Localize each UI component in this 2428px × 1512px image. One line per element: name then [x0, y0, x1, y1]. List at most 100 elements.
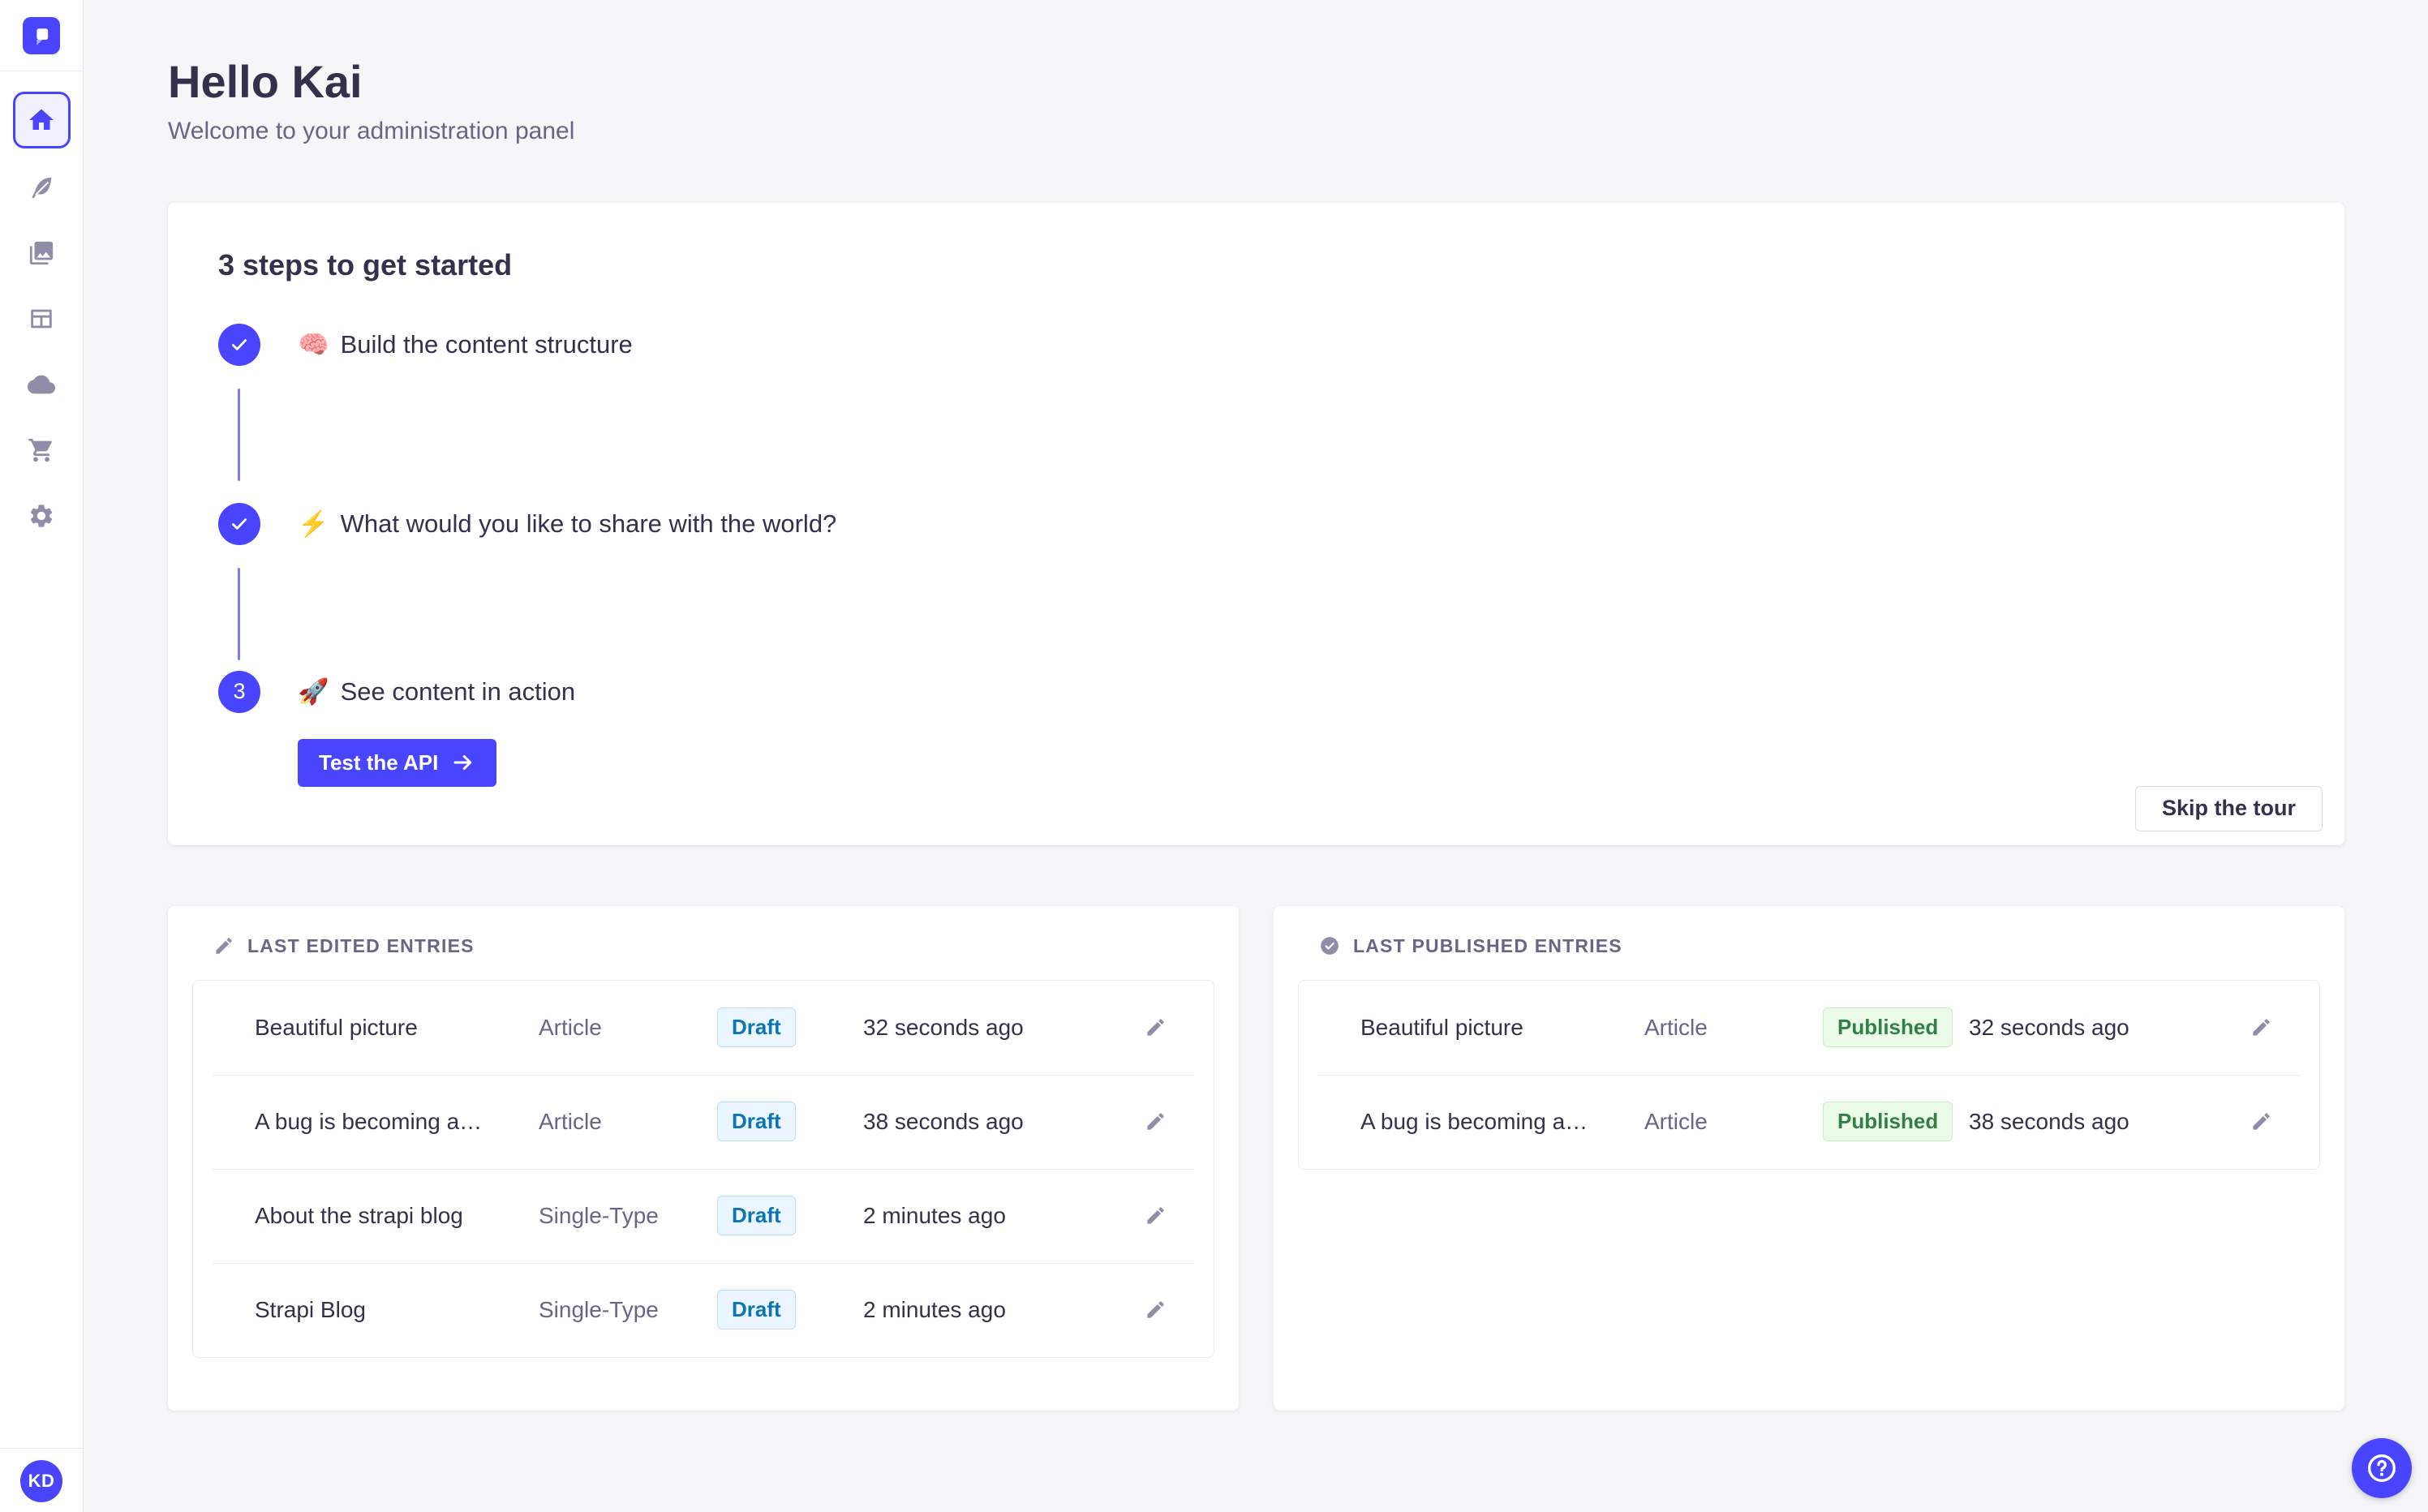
- entry-time: 32 seconds ago: [1969, 1014, 2129, 1040]
- step-connector: [238, 567, 240, 660]
- strapi-logo-button[interactable]: [23, 17, 60, 54]
- check-circle-icon: [1319, 935, 1340, 956]
- pencil-icon: [2250, 1016, 2272, 1038]
- entry-type: Article: [1644, 1014, 1708, 1040]
- user-avatar[interactable]: KD: [20, 1460, 62, 1502]
- entry-title: A bug is becoming a…: [255, 1108, 483, 1134]
- step-3-label[interactable]: 🚀 See content in action: [298, 671, 575, 713]
- test-api-button[interactable]: Test the API: [298, 738, 497, 787]
- entry-time: 38 seconds ago: [863, 1108, 1024, 1134]
- entry-title: Beautiful picture: [255, 1014, 418, 1040]
- sidebar-nav: [12, 71, 71, 530]
- last-published-panel: LAST PUBLISHED ENTRIES Beautiful picture…: [1274, 905, 2344, 1411]
- get-started-title: 3 steps to get started: [218, 247, 513, 281]
- avatar-initials: KD: [28, 1471, 55, 1491]
- gear-icon: [28, 502, 55, 530]
- entry-title: Strapi Blog: [255, 1296, 366, 1322]
- last-edited-panel: LAST EDITED ENTRIES Beautiful picture Ar…: [168, 905, 1239, 1411]
- home-icon: [27, 105, 56, 135]
- entry-title: About the strapi blog: [255, 1202, 463, 1228]
- status-badge: Draft: [717, 1290, 796, 1330]
- entry-time: 32 seconds ago: [863, 1014, 1024, 1040]
- step-connector: [238, 388, 240, 481]
- last-edited-header: LAST EDITED ENTRIES: [213, 935, 1214, 957]
- last-published-label: LAST PUBLISHED ENTRIES: [1353, 934, 1622, 956]
- entry-type: Single-Type: [539, 1296, 659, 1322]
- step-3-number-bullet: 3: [218, 670, 260, 713]
- table-row: About the strapi blog Single-Type Draft …: [193, 1168, 1214, 1263]
- entries-panels: LAST EDITED ENTRIES Beautiful picture Ar…: [168, 905, 2344, 1411]
- sidebar-bottom-divider: [0, 1448, 84, 1449]
- step-2-check-bullet: [218, 502, 260, 545]
- step-1-label[interactable]: 🧠 Build the content structure: [298, 324, 633, 366]
- help-button[interactable]: [2352, 1438, 2412, 1498]
- status-badge: Draft: [717, 1196, 796, 1236]
- entry-title: Beautiful picture: [1360, 1014, 1523, 1040]
- edit-entry-button[interactable]: [2243, 1104, 2279, 1140]
- sidebar: KD: [0, 0, 84, 1512]
- edit-entry-button[interactable]: [1137, 1104, 1173, 1140]
- entry-type: Article: [539, 1108, 602, 1134]
- sidebar-item-content-type-builder[interactable]: [28, 305, 55, 333]
- status-badge: Draft: [717, 1007, 796, 1048]
- skip-tour-button[interactable]: Skip the tour: [2134, 785, 2323, 831]
- table-row: A bug is becoming a… Article Draft 38 se…: [193, 1074, 1214, 1169]
- table-row: A bug is becoming a… Article Published 3…: [1299, 1074, 2319, 1169]
- entry-time: 2 minutes ago: [863, 1202, 1006, 1228]
- step-2-label[interactable]: ⚡ What would you like to share with the …: [298, 503, 836, 545]
- edit-entry-button[interactable]: [1137, 1292, 1173, 1328]
- check-icon: [229, 513, 250, 535]
- page-subtitle: Welcome to your administration panel: [168, 117, 575, 144]
- sidebar-item-cloud[interactable]: [28, 371, 55, 398]
- page-title: Hello Kai: [168, 56, 363, 107]
- rocket-emoji: 🚀: [298, 677, 329, 707]
- sidebar-item-marketplace[interactable]: [28, 436, 55, 464]
- sidebar-item-settings[interactable]: [28, 502, 55, 530]
- check-icon: [229, 334, 250, 355]
- pencil-icon: [1145, 1205, 1167, 1226]
- cart-icon: [28, 436, 55, 464]
- images-icon: [28, 239, 55, 267]
- strapi-logo-icon: [29, 24, 54, 48]
- step-1-text: Build the content structure: [340, 329, 633, 359]
- entry-time: 2 minutes ago: [863, 1296, 1006, 1322]
- layout-icon: [28, 305, 55, 333]
- arrow-right-icon: [451, 750, 475, 775]
- entry-type: Single-Type: [539, 1202, 659, 1228]
- test-api-label: Test the API: [319, 750, 439, 775]
- edit-entry-button[interactable]: [2243, 1010, 2279, 1046]
- pencil-icon: [1145, 1299, 1167, 1321]
- entry-time: 38 seconds ago: [1969, 1108, 2129, 1134]
- app-root: KD Hello Kai Welcome to your administrat…: [0, 0, 2428, 1512]
- status-badge: Published: [1823, 1007, 1953, 1048]
- last-edited-label: LAST EDITED ENTRIES: [247, 934, 475, 956]
- get-started-card: 3 steps to get started 🧠 Build the conte…: [168, 202, 2344, 845]
- lightning-emoji: ⚡: [298, 509, 329, 539]
- step-3-text: See content in action: [340, 677, 576, 706]
- step-2-text: What would you like to share with the wo…: [340, 509, 837, 538]
- entry-type: Article: [539, 1014, 602, 1040]
- table-row: Beautiful picture Article Draft 32 secon…: [193, 981, 1214, 1075]
- sidebar-item-media-library[interactable]: [28, 239, 55, 267]
- feather-icon: [28, 174, 55, 201]
- sidebar-item-home[interactable]: [12, 92, 71, 148]
- status-badge: Draft: [717, 1102, 796, 1142]
- entry-title: A bug is becoming a…: [1360, 1108, 1588, 1134]
- cloud-icon: [28, 371, 55, 398]
- main-content: Hello Kai Welcome to your administration…: [84, 0, 2428, 1512]
- entry-type: Article: [1644, 1108, 1708, 1134]
- sidebar-item-content-manager[interactable]: [28, 174, 55, 201]
- question-icon: [2366, 1452, 2398, 1484]
- status-badge: Published: [1823, 1102, 1953, 1142]
- last-published-header: LAST PUBLISHED ENTRIES: [1319, 935, 2320, 957]
- edit-entry-button[interactable]: [1137, 1198, 1173, 1234]
- pencil-icon: [213, 935, 234, 956]
- edit-entry-button[interactable]: [1137, 1010, 1173, 1046]
- table-row: Beautiful picture Article Published 32 s…: [1299, 981, 2319, 1075]
- pencil-icon: [2250, 1110, 2272, 1132]
- step-3-number: 3: [233, 679, 246, 704]
- brain-emoji: 🧠: [298, 330, 329, 359]
- step-1-check-bullet: [218, 323, 260, 366]
- pencil-icon: [1145, 1110, 1167, 1132]
- pencil-icon: [1145, 1016, 1167, 1038]
